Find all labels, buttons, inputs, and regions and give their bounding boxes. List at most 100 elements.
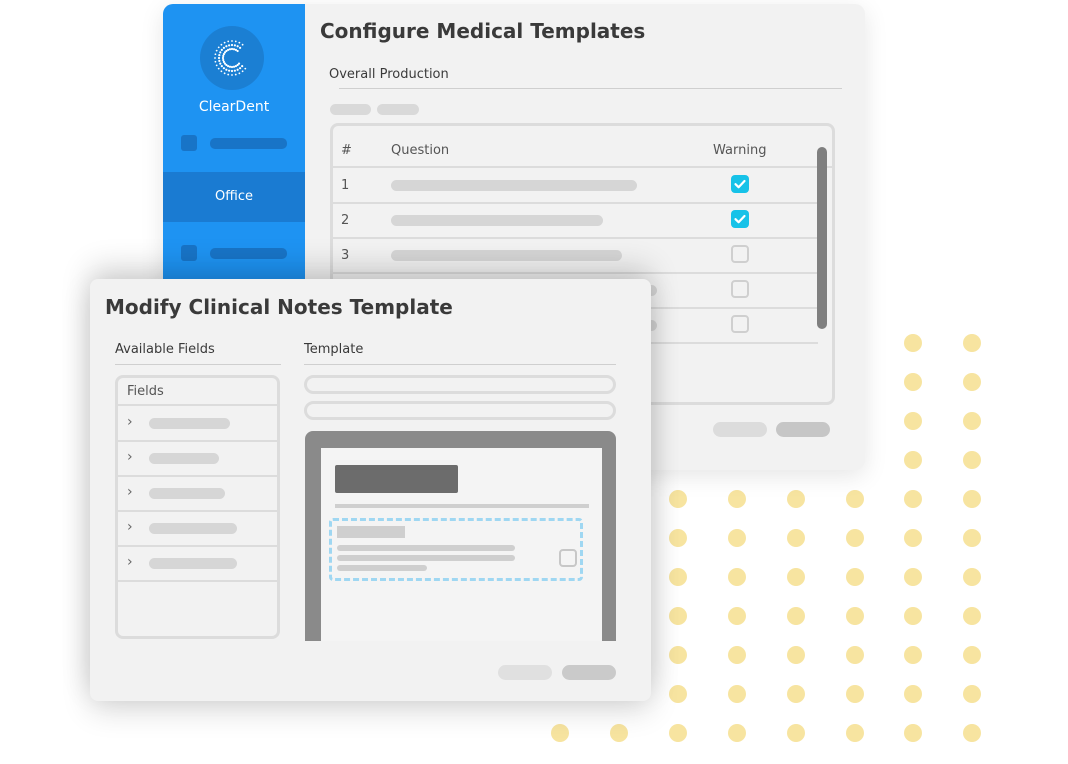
- decorative-dot: [904, 685, 922, 703]
- decorative-dot: [963, 685, 981, 703]
- chevron-right-icon[interactable]: ›: [127, 519, 133, 535]
- fields-list: Fields › › › › ›: [115, 375, 280, 639]
- field-list-item[interactable]: ›: [118, 441, 277, 477]
- field-text-placeholder: [337, 565, 427, 571]
- decorative-dot: [728, 685, 746, 703]
- chevron-right-icon[interactable]: ›: [127, 414, 133, 430]
- template-description-input[interactable]: [304, 401, 616, 420]
- chevron-right-icon[interactable]: ›: [127, 484, 133, 500]
- primary-button[interactable]: [776, 422, 830, 437]
- template-name-input[interactable]: [304, 375, 616, 394]
- template-canvas[interactable]: [321, 448, 602, 641]
- table-header: # Question Warning: [333, 126, 832, 168]
- template-drop-zone[interactable]: [329, 518, 583, 581]
- decorative-dot: [551, 724, 569, 742]
- window-title: Configure Medical Templates: [320, 19, 646, 43]
- filter-chip-placeholder[interactable]: [377, 104, 419, 115]
- available-fields-label: Available Fields: [115, 342, 215, 357]
- table-row[interactable]: 3: [333, 238, 818, 274]
- decorative-dot: [669, 685, 687, 703]
- field-checkbox[interactable]: [559, 549, 577, 567]
- cleardent-logo: [200, 26, 264, 90]
- section-title: Overall Production: [329, 67, 449, 82]
- decorative-dot: [963, 412, 981, 430]
- fields-list-header: Fields: [118, 378, 277, 406]
- table-scrollbar[interactable]: [817, 147, 827, 329]
- table-row[interactable]: 2: [333, 203, 818, 239]
- decorative-dot: [904, 451, 922, 469]
- decorative-dot: [963, 607, 981, 625]
- decorative-dot: [728, 490, 746, 508]
- sidebar-item-label-placeholder: [210, 138, 287, 149]
- decorative-dot: [904, 529, 922, 547]
- question-text-placeholder: [391, 180, 637, 191]
- template-label: Template: [304, 342, 364, 357]
- primary-button[interactable]: [562, 665, 616, 680]
- decorative-dot: [904, 490, 922, 508]
- sidebar-item[interactable]: [181, 245, 291, 261]
- field-list-item[interactable]: ›: [118, 511, 277, 547]
- decorative-dot: [728, 529, 746, 547]
- decorative-dot: [846, 724, 864, 742]
- warning-checkbox[interactable]: [731, 210, 749, 228]
- warning-checkbox[interactable]: [731, 175, 749, 193]
- field-name-placeholder: [149, 453, 219, 464]
- decorative-dot: [963, 334, 981, 352]
- modify-clinical-notes-template-window: Modify Clinical Notes Template Available…: [90, 279, 651, 701]
- window-title: Modify Clinical Notes Template: [105, 295, 453, 319]
- decorative-dot: [787, 646, 805, 664]
- field-text-placeholder: [337, 545, 515, 551]
- decorative-dot: [669, 724, 687, 742]
- decorative-dot: [728, 568, 746, 586]
- field-name-placeholder: [149, 558, 237, 569]
- row-number: 1: [341, 178, 350, 193]
- decorative-dot: [963, 373, 981, 391]
- decorative-dot: [963, 451, 981, 469]
- column-header-question: Question: [391, 143, 450, 158]
- decorative-dot: [669, 529, 687, 547]
- secondary-button[interactable]: [498, 665, 552, 680]
- decorative-dot: [610, 724, 628, 742]
- template-heading-block: [335, 465, 458, 493]
- sidebar-item-label-placeholder: [210, 248, 287, 259]
- decorative-dot: [904, 646, 922, 664]
- template-divider-line: [335, 504, 589, 508]
- chevron-right-icon[interactable]: ›: [127, 449, 133, 465]
- warning-checkbox[interactable]: [731, 315, 749, 333]
- sidebar-item[interactable]: [181, 135, 291, 151]
- column-header-warning: Warning: [713, 143, 767, 158]
- field-list-item[interactable]: ›: [118, 546, 277, 582]
- sidebar-item-label: Office: [215, 189, 253, 204]
- available-fields-divider: [115, 364, 281, 365]
- warning-checkbox[interactable]: [731, 245, 749, 263]
- decorative-dot: [963, 529, 981, 547]
- table-row[interactable]: 1: [333, 168, 818, 204]
- field-list-item[interactable]: ›: [118, 406, 277, 442]
- sidebar-item-icon: [181, 135, 197, 151]
- decorative-dot: [787, 724, 805, 742]
- secondary-button[interactable]: [713, 422, 767, 437]
- decorative-dot: [846, 646, 864, 664]
- section-divider: [339, 88, 842, 89]
- decorative-dot: [669, 646, 687, 664]
- template-preview: [305, 431, 616, 641]
- warning-checkbox[interactable]: [731, 280, 749, 298]
- sidebar-item-icon: [181, 245, 197, 261]
- decorative-dot: [904, 607, 922, 625]
- cleardent-logo-icon: [214, 40, 247, 76]
- filter-chip-placeholder[interactable]: [330, 104, 371, 115]
- decorative-dot: [904, 568, 922, 586]
- row-number: 3: [341, 248, 350, 263]
- chevron-right-icon[interactable]: ›: [127, 554, 133, 570]
- field-list-item[interactable]: ›: [118, 476, 277, 512]
- decorative-dot: [963, 724, 981, 742]
- question-text-placeholder: [391, 250, 622, 261]
- decorative-dot: [669, 607, 687, 625]
- decorative-dot: [904, 334, 922, 352]
- sidebar-item-office[interactable]: Office: [163, 172, 305, 222]
- decorative-dot: [669, 568, 687, 586]
- decorative-dot: [963, 490, 981, 508]
- decorative-dot: [787, 490, 805, 508]
- field-name-placeholder: [149, 523, 237, 534]
- question-text-placeholder: [391, 215, 603, 226]
